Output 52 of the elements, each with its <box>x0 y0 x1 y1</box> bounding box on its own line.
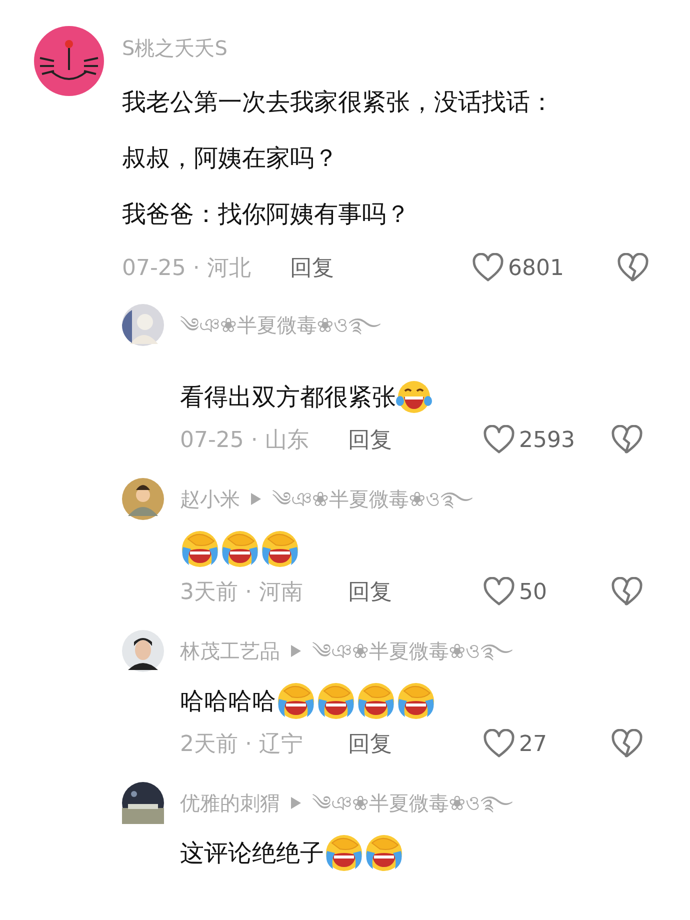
facepalm-emoji-icon <box>364 833 404 873</box>
heart-icon[interactable] <box>483 729 515 759</box>
reply-link[interactable]: 回复 <box>348 729 483 759</box>
like-count: 27 <box>519 732 547 756</box>
username: 林茂工艺品 <box>180 638 280 665</box>
facepalm-emoji-icon <box>356 681 396 721</box>
play-arrow-icon <box>290 644 302 658</box>
comment-date-location: 2天前 · 辽宁 <box>180 731 304 759</box>
heart-icon[interactable] <box>472 253 504 283</box>
comment-text: 看得出双方都很紧张 <box>180 382 396 413</box>
comment-text: 哈哈哈哈 <box>180 686 276 717</box>
avatar <box>122 782 164 824</box>
username: ༄ঞ❀半夏微毒❀ও࿐ <box>272 486 473 513</box>
broken-heart-icon[interactable] <box>617 253 649 283</box>
facepalm-emoji-icon <box>396 681 436 721</box>
play-arrow-icon <box>290 796 302 810</box>
reply-link[interactable]: 回复 <box>290 253 472 283</box>
reply-link[interactable]: 回复 <box>348 425 483 455</box>
avatar <box>122 478 164 520</box>
facepalm-emoji-icon <box>260 529 300 569</box>
like-count: 50 <box>519 580 547 604</box>
play-arrow-icon <box>250 492 262 506</box>
comment-date-location: 07-25 · 山东 <box>180 427 310 455</box>
heart-icon[interactable] <box>483 425 515 455</box>
username: S桃之夭夭S <box>122 35 228 62</box>
avatar <box>122 304 164 346</box>
reply-link[interactable]: 回复 <box>348 577 483 607</box>
broken-heart-icon[interactable] <box>611 577 643 607</box>
facepalm-emoji-icon <box>220 529 260 569</box>
username: 赵小米 <box>180 486 240 513</box>
facepalm-emoji-icon <box>316 681 356 721</box>
comment-text: 我老公第一次去我家很紧张，没话找话： <box>122 87 555 118</box>
avatar <box>34 26 104 96</box>
username: ༄ঞ❀半夏微毒❀ও࿐ <box>312 638 513 665</box>
comment-text: 我爸爸：找你阿姨有事吗？ <box>122 199 411 230</box>
facepalm-emoji-icon <box>276 681 316 721</box>
broken-heart-icon[interactable] <box>611 729 643 759</box>
heart-icon[interactable] <box>483 577 515 607</box>
like-count: 2593 <box>519 428 575 452</box>
comment-date-location: 07-25 · 河北 <box>122 255 252 283</box>
avatar <box>122 630 164 672</box>
username: 优雅的刺猬 <box>180 790 280 817</box>
username: ༄ঞ❀半夏微毒❀ও࿐ <box>180 312 381 339</box>
comment-date-location: 3天前 · 河南 <box>180 579 304 607</box>
username: ༄ঞ❀半夏微毒❀ও࿐ <box>312 790 513 817</box>
facepalm-emoji-icon <box>324 833 364 873</box>
comment-text: 这评论绝绝子 <box>180 838 324 869</box>
comment-text: 叔叔，阿姨在家吗？ <box>122 143 339 174</box>
broken-heart-icon[interactable] <box>611 425 643 455</box>
like-count: 6801 <box>508 256 564 280</box>
facepalm-emoji-icon <box>180 529 220 569</box>
laughing-emoji-icon <box>396 379 432 415</box>
